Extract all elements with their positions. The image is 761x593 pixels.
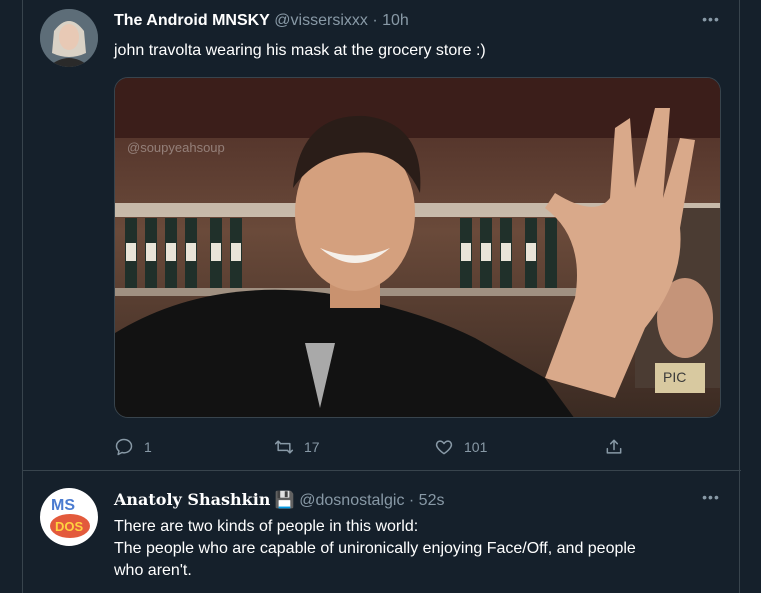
user-handle[interactable]: @dosnostalgic bbox=[299, 492, 404, 509]
timeline: The Android MNSKY @vissersixxx · 10h •••… bbox=[22, 0, 741, 593]
more-icon[interactable]: ••• bbox=[699, 12, 723, 34]
avatar-letters-top: MS bbox=[51, 497, 75, 514]
display-name[interactable]: Anatoly Shashkin bbox=[114, 490, 270, 509]
share-button[interactable] bbox=[604, 433, 624, 461]
display-name[interactable]: The Android MNSKY bbox=[114, 12, 270, 29]
floppy-disk-icon: 💾 bbox=[274, 492, 295, 509]
like-count: 101 bbox=[464, 439, 488, 455]
reply-button[interactable]: 1 bbox=[114, 433, 152, 461]
store-sign-text: PIC bbox=[663, 369, 686, 385]
like-icon bbox=[435, 440, 453, 455]
image-watermark: @soupyeahsoup bbox=[127, 140, 225, 155]
avatar[interactable] bbox=[40, 9, 98, 67]
user-handle[interactable]: @vissersixxx bbox=[274, 12, 368, 29]
retweet-count: 17 bbox=[304, 439, 320, 455]
tweet[interactable]: MS DOS Anatoly Shashkin 💾 @dosnostalgic … bbox=[23, 472, 741, 593]
like-button[interactable]: 101 bbox=[434, 433, 487, 461]
tweet-header: The Android MNSKY @vissersixxx · 10h bbox=[114, 12, 409, 30]
timestamp[interactable]: 10h bbox=[382, 12, 409, 29]
tweet-text-line: The people who are capable of unironical… bbox=[114, 540, 636, 557]
retweet-button[interactable]: 17 bbox=[274, 433, 320, 461]
timestamp[interactable]: 52s bbox=[419, 492, 445, 509]
reply-icon bbox=[115, 438, 133, 456]
tweet[interactable]: The Android MNSKY @vissersixxx · 10h •••… bbox=[23, 0, 741, 471]
separator-dot: · bbox=[372, 12, 378, 29]
tweet-text: john travolta wearing his mask at the gr… bbox=[114, 42, 486, 59]
tweet-text-line: There are two kinds of people in this wo… bbox=[114, 518, 419, 535]
avatar-letters-bottom: DOS bbox=[55, 519, 84, 534]
tweet-text: There are two kinds of people in this wo… bbox=[114, 516, 724, 582]
reply-count: 1 bbox=[144, 439, 152, 455]
tweet-actions: 1 17 101 bbox=[114, 433, 714, 461]
tweet-text-line: who aren't. bbox=[114, 562, 192, 579]
retweet-icon bbox=[274, 440, 294, 454]
tweet-header: Anatoly Shashkin 💾 @dosnostalgic · 52s bbox=[114, 490, 444, 510]
avatar[interactable]: MS DOS bbox=[40, 488, 98, 546]
more-icon[interactable]: ••• bbox=[699, 490, 723, 512]
separator-dot: · bbox=[408, 492, 415, 509]
tweet-image[interactable]: PIC @soupyeahsoup bbox=[114, 77, 721, 418]
share-icon bbox=[606, 439, 622, 454]
